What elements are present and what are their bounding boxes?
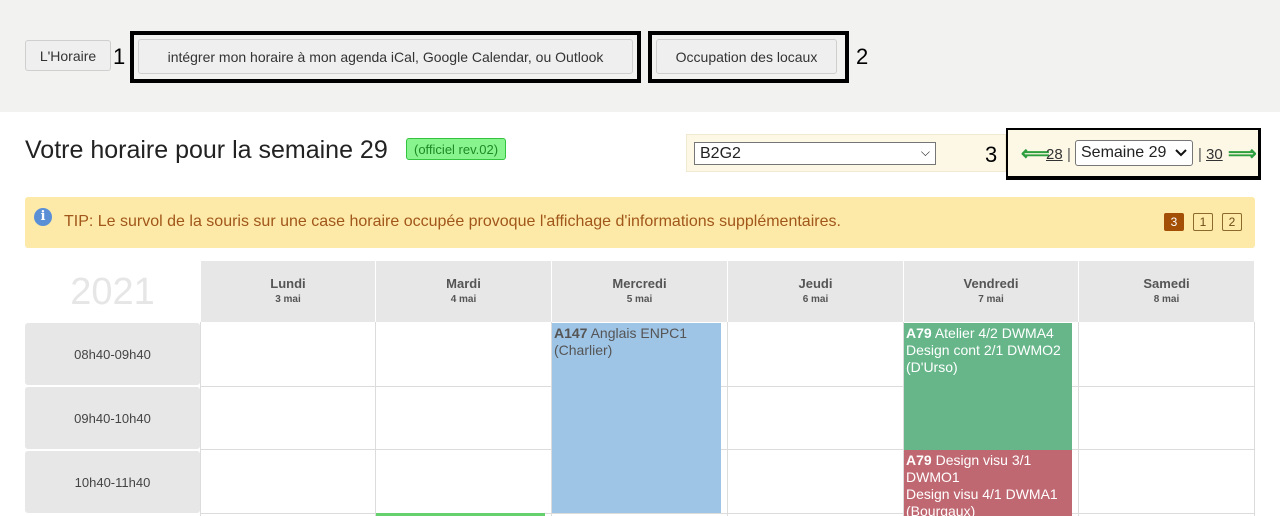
event-teacher: (D'Urso): [906, 359, 958, 375]
event-room: A147: [554, 325, 588, 341]
page-3-button[interactable]: 3: [1164, 213, 1184, 231]
event-course: Atelier 4/2 DWMA4: [934, 325, 1054, 341]
page-2-button[interactable]: 2: [1222, 213, 1242, 231]
event-design-visu[interactable]: A79 Design visu 3/1 DWMO1 Design visu 4/…: [904, 450, 1072, 516]
day-name: Lundi: [270, 276, 306, 291]
tip-banner: i TIP: Le survol de la souris sur une ca…: [25, 197, 1255, 248]
week-select[interactable]: Semaine 29: [1075, 140, 1193, 166]
day-date: 7 mai: [978, 294, 1004, 305]
prev-week-link[interactable]: 28: [1046, 146, 1063, 163]
chevron-down-icon: ⌵: [920, 145, 930, 159]
grid-line: [375, 322, 376, 516]
day-date: 6 mai: [802, 294, 829, 305]
event-room: A79: [906, 325, 932, 341]
event-course-extra: DWMO1: [906, 469, 960, 485]
chevron-down-icon: [1175, 149, 1187, 157]
event-course: Anglais ENPC1: [590, 325, 688, 341]
occupation-locaux-button[interactable]: Occupation des locaux: [656, 39, 837, 74]
grid-line: [1078, 322, 1079, 516]
day-header-lundi: Lundi 3 mai: [201, 261, 375, 322]
ical-export-button[interactable]: intégrer mon horaire à mon agenda iCal, …: [138, 39, 633, 74]
day-header-mercredi: Mercredi 5 mai: [552, 261, 727, 322]
separator: |: [1067, 146, 1071, 163]
group-select[interactable]: B2G2 ⌵: [694, 142, 936, 165]
annotation-3: 3: [985, 142, 998, 167]
next-week-arrow-icon[interactable]: ⟹: [1228, 141, 1257, 166]
event-course: Design visu 3/1: [935, 452, 1032, 468]
info-icon: i: [34, 208, 52, 226]
event-course-extra: Design cont 2/1 DWMO2: [906, 342, 1061, 358]
event-room: A79: [906, 452, 932, 468]
grid-line: [1254, 322, 1255, 516]
horaire-button[interactable]: L'Horaire: [25, 40, 111, 71]
timeslot-label: 09h40-10h40: [25, 387, 200, 449]
annotation-2: 2: [856, 44, 869, 69]
grid-line: [200, 322, 201, 516]
day-name: Vendredi: [963, 276, 1019, 291]
day-name: Samedi: [1143, 276, 1190, 291]
next-week-link[interactable]: 30: [1206, 146, 1223, 163]
annotation-1: 1: [113, 44, 126, 69]
page-title: Votre horaire pour la semaine 29: [25, 136, 388, 164]
calendar-year: 2021: [70, 270, 155, 313]
day-name: Mercredi: [612, 276, 667, 291]
day-header-vendredi: Vendredi 7 mai: [904, 261, 1078, 322]
event-teacher: (Charlier): [554, 342, 613, 358]
grid-line: [727, 322, 728, 516]
page-1-button[interactable]: 1: [1193, 213, 1213, 231]
timeslot-label: 08h40-09h40: [25, 323, 200, 385]
event-atelier[interactable]: A79 Atelier 4/2 DWMA4 Design cont 2/1 DW…: [904, 323, 1072, 450]
day-header-jeudi: Jeudi 6 mai: [728, 261, 903, 322]
day-date: 4 mai: [450, 294, 477, 305]
tip-text: TIP: Le survol de la souris sur une case…: [64, 213, 841, 230]
day-header-samedi: Samedi 8 mai: [1079, 261, 1254, 322]
group-select-value: B2G2: [700, 145, 741, 162]
day-name: Mardi: [446, 276, 481, 291]
day-date: 8 mai: [1153, 294, 1180, 305]
separator: |: [1198, 146, 1202, 163]
event-teacher: (Bourgaux): [906, 503, 976, 516]
event-anglais[interactable]: A147 Anglais ENPC1 (Charlier): [552, 323, 721, 513]
day-date: 5 mai: [626, 294, 653, 305]
day-name: Jeudi: [798, 276, 833, 291]
day-header-mardi: Mardi 4 mai: [376, 261, 551, 322]
week-select-value: Semaine 29: [1081, 144, 1167, 161]
event-course-extra2: Design visu 4/1 DWMA1: [906, 486, 1058, 502]
day-date: 3 mai: [275, 294, 301, 305]
status-badge: (officiel rev.02): [406, 138, 507, 160]
timeslot-label: 10h40-11h40: [25, 451, 200, 513]
